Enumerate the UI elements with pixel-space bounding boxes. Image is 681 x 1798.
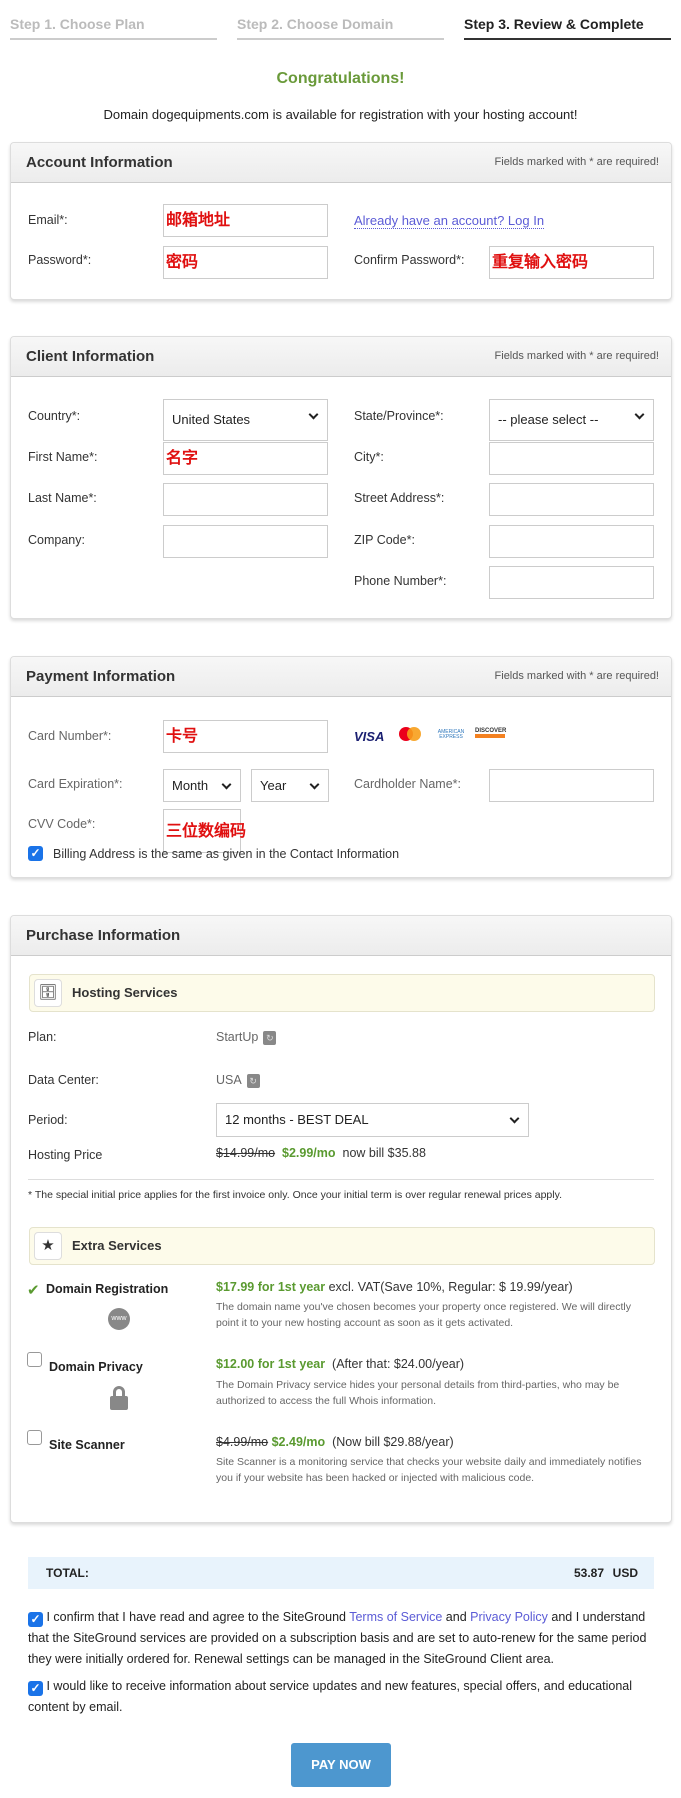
cardholder-input[interactable] — [489, 769, 654, 802]
extra-price: $17.99 for 1st year excl. VAT(Save 10%, … — [216, 1280, 573, 1294]
email-input[interactable]: 邮箱地址 — [163, 204, 328, 237]
purchase-card: Purchase Information 🗄 Hosting Services … — [10, 915, 672, 1523]
data-center-value: USA ↻ — [216, 1073, 260, 1088]
period-label: Period: — [28, 1113, 68, 1127]
extra-desc: Site Scanner is a monitoring service tha… — [216, 1456, 642, 1484]
extra-desc: The domain name you've chosen becomes yo… — [216, 1301, 632, 1329]
hosting-services-bar: 🗄 Hosting Services — [29, 974, 655, 1012]
client-card: Client Information Fields marked with * a… — [10, 336, 672, 619]
phone-label: Phone Number*: — [354, 574, 447, 588]
step-1[interactable]: Step 1. Choose Plan — [10, 16, 217, 40]
street-input[interactable] — [489, 483, 654, 516]
password-label: Password*: — [28, 253, 92, 267]
total-amount: 53.87 — [573, 1566, 604, 1580]
congrats-heading: Congratulations! — [276, 70, 405, 87]
data-center-label: Data Center: — [28, 1073, 99, 1087]
billing-same-label: Billing Address is the same as given in … — [53, 847, 400, 861]
divider — [28, 1179, 654, 1180]
change-dc-icon[interactable]: ↻ — [246, 1073, 260, 1088]
price-footnote: * The special initial price applies for … — [28, 1189, 562, 1201]
card-title: Account Information — [26, 154, 173, 171]
first-name-label: First Name*: — [28, 450, 98, 464]
card-number-input[interactable]: 卡号 — [163, 720, 328, 753]
first-name-input[interactable]: 名字 — [163, 442, 328, 475]
confirm-password-input[interactable]: 重复输入密码 — [489, 246, 654, 279]
change-plan-icon[interactable]: ↻ — [263, 1030, 277, 1045]
extra-services-bar: ★ Extra Services — [29, 1227, 655, 1265]
year-select[interactable]: Year — [251, 769, 329, 802]
password-input[interactable]: 密码 — [163, 246, 328, 279]
terms-link[interactable]: Terms of Service — [349, 1610, 442, 1624]
extra-name: Site Scanner — [49, 1438, 125, 1452]
newsletter-consent: ✓ I would like to receive information ab… — [28, 1679, 633, 1714]
login-link[interactable]: Already have an account? Log In — [354, 213, 545, 229]
city-input[interactable] — [489, 442, 654, 475]
terms-checkbox[interactable]: ✓ — [28, 1612, 43, 1627]
last-name-input[interactable] — [163, 483, 328, 516]
required-note: Fields marked with * are required! — [494, 156, 659, 168]
total-currency: USD — [612, 1566, 638, 1580]
checkmark-icon: ✔ — [27, 1282, 40, 1299]
payment-card: Payment Information Fields marked with * … — [10, 656, 672, 878]
confirm-password-label: Confirm Password*: — [354, 253, 465, 267]
state-select[interactable]: -- please select -- — [489, 399, 654, 441]
extra-price: $4.99/mo $2.49/mo (Now bill $29.88/year) — [216, 1435, 454, 1449]
card-title: Purchase Information — [26, 927, 181, 944]
plan-label: Plan: — [28, 1030, 57, 1044]
plan-value: StartUp ↻ — [216, 1030, 277, 1045]
country-label: Country*: — [28, 409, 81, 423]
street-label: Street Address*: — [354, 491, 445, 505]
cvv-label: CVV Code*: — [28, 817, 96, 831]
city-label: City*: — [354, 450, 384, 464]
zip-input[interactable] — [489, 525, 654, 558]
state-label: State/Province*: — [354, 409, 444, 423]
step-3: Step 3. Review & Complete — [464, 16, 671, 40]
account-card: Account Information Fields marked with * … — [10, 142, 672, 300]
total-bar: TOTAL: 53.87 USD — [28, 1557, 654, 1589]
availability-message: Domain dogequipments.com is available fo… — [103, 107, 578, 122]
company-label: Company: — [28, 533, 85, 547]
extra-name: Domain Registration — [46, 1282, 169, 1296]
month-select[interactable]: Month — [163, 769, 241, 802]
domain-privacy-checkbox[interactable] — [27, 1352, 42, 1367]
visa-icon: VISA — [354, 729, 385, 744]
hosting-services-title: Hosting Services — [72, 985, 178, 1000]
site-scanner-checkbox[interactable] — [27, 1430, 42, 1445]
lock-icon — [110, 1386, 128, 1410]
extra-desc: The Domain Privacy service hides your pe… — [216, 1379, 620, 1407]
card-number-label: Card Number*: — [28, 729, 112, 743]
card-expiration-label: Card Expiration*: — [28, 777, 123, 791]
phone-input[interactable] — [489, 566, 654, 599]
card-title: Payment Information — [26, 668, 176, 685]
email-label: Email*: — [28, 213, 68, 227]
company-input[interactable] — [163, 525, 328, 558]
extra-name: Domain Privacy — [49, 1360, 143, 1374]
hosting-price: $14.99/mo $2.99/mo now bill $35.88 — [216, 1146, 426, 1160]
terms-consent: ✓ I confirm that I have read and agree t… — [28, 1610, 647, 1666]
required-note: Fields marked with * are required! — [494, 350, 659, 362]
star-icon: ★ — [34, 1232, 62, 1260]
amex-icon: AMERICAN EXPRESS — [437, 729, 465, 740]
mastercard-icon — [399, 727, 421, 743]
extra-services-title: Extra Services — [72, 1238, 162, 1253]
total-label: TOTAL: — [46, 1566, 89, 1580]
discover-icon: DISCOVER — [475, 728, 506, 738]
cardholder-label: Cardholder Name*: — [354, 777, 461, 791]
period-select[interactable]: 12 months - BEST DEAL — [216, 1103, 529, 1137]
newsletter-checkbox[interactable]: ✓ — [28, 1681, 43, 1696]
country-select[interactable]: United States — [163, 399, 328, 441]
last-name-label: Last Name*: — [28, 491, 97, 505]
billing-same-checkbox[interactable]: ✓ — [28, 846, 43, 861]
server-icon: 🗄 — [34, 979, 62, 1007]
hosting-price-label: Hosting Price — [28, 1148, 103, 1162]
pay-now-button[interactable]: PAY NOW — [291, 1743, 391, 1787]
step-2[interactable]: Step 2. Choose Domain — [237, 16, 444, 40]
extra-price: $12.00 for 1st year (After that: $24.00/… — [216, 1357, 465, 1371]
card-title: Client Information — [26, 348, 155, 365]
privacy-link[interactable]: Privacy Policy — [470, 1610, 548, 1624]
zip-label: ZIP Code*: — [354, 533, 415, 547]
www-icon: www — [108, 1308, 130, 1330]
required-note: Fields marked with * are required! — [494, 670, 659, 682]
